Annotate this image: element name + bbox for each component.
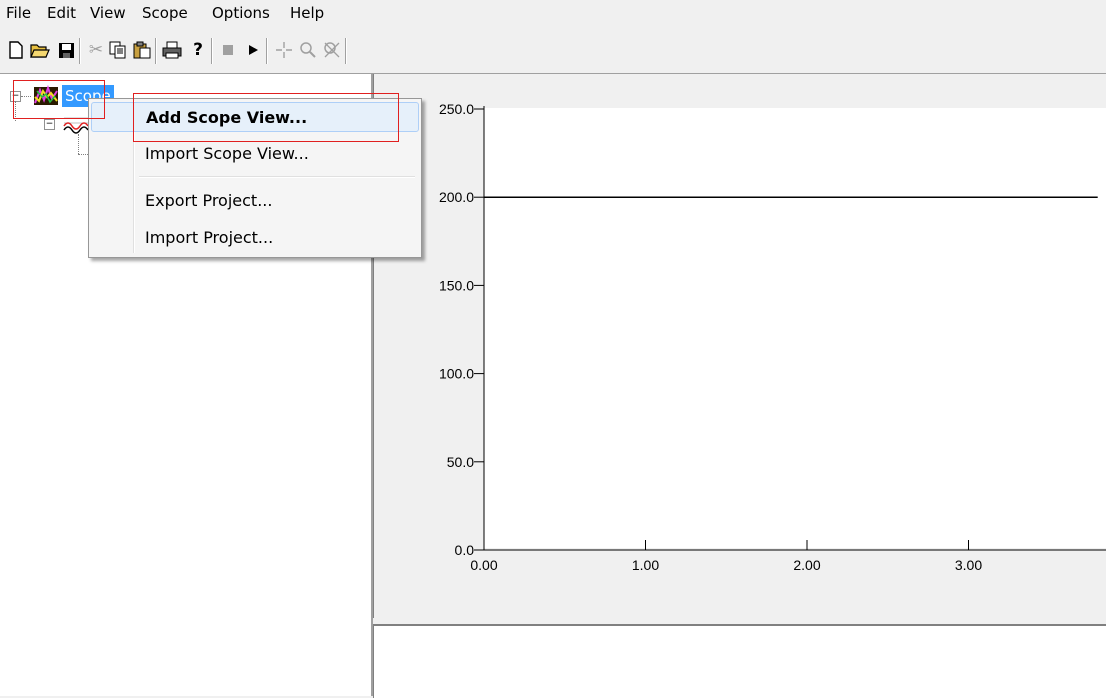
- help-icon[interactable]: ?: [188, 39, 208, 61]
- x-tick-label: 1.00: [632, 557, 659, 573]
- menu-edit[interactable]: Edit: [47, 4, 76, 22]
- plot-area: [484, 108, 1106, 548]
- import-scope-view-item[interactable]: Import Scope View...: [91, 139, 417, 167]
- horizontal-splitter[interactable]: [373, 618, 1106, 622]
- copy-icon[interactable]: [108, 39, 128, 61]
- menu-item-label: Import Scope View...: [145, 144, 309, 163]
- menu-item-label: Export Project...: [145, 191, 273, 210]
- crosshair-icon[interactable]: [274, 39, 294, 61]
- menu-view[interactable]: View: [90, 4, 126, 22]
- menu-file[interactable]: File: [6, 4, 31, 22]
- paste-icon[interactable]: [132, 39, 152, 61]
- menu-bar: File Edit View Scope Options Help: [0, 0, 1106, 30]
- zoom-reset-icon[interactable]: [322, 39, 342, 61]
- menu-item-label: Import Project...: [145, 228, 274, 247]
- toolbar: ✂ ?: [0, 33, 1106, 74]
- toolbar-separator: [266, 38, 268, 64]
- highlight-box-add-view: [133, 93, 399, 142]
- scope-chart[interactable]: 250.0 200.0 150.0 100.0 50.0 0.0 0.00 1.00 2.00…: [374, 74, 1106, 622]
- tree-line: [78, 154, 88, 156]
- menu-options[interactable]: Options: [212, 4, 270, 22]
- scope-plot-pane: 250.0 200.0 150.0 100.0 50.0 0.0 0.00 1.00 2.00…: [373, 74, 1106, 622]
- save-icon[interactable]: [56, 39, 76, 61]
- y-tick-label: 250.0: [439, 101, 474, 117]
- y-tick-label: 100.0: [439, 366, 474, 382]
- cut-icon[interactable]: ✂: [86, 39, 106, 61]
- stop-icon[interactable]: [218, 39, 238, 61]
- new-icon[interactable]: [6, 39, 26, 61]
- toolbar-separator: [211, 38, 213, 64]
- y-tick-label: 200.0: [439, 189, 474, 205]
- collapse-toggle[interactable]: −: [44, 119, 55, 130]
- y-tick-label: 50.0: [447, 454, 474, 470]
- toolbar-separator: [79, 38, 81, 64]
- toolbar-separator: [345, 38, 347, 64]
- tree-line: [78, 134, 80, 154]
- import-project-item[interactable]: Import Project...: [91, 223, 417, 251]
- y-tick-label: 0.0: [455, 542, 475, 558]
- x-tick-label: 2.00: [793, 557, 820, 573]
- print-icon[interactable]: [162, 39, 182, 61]
- open-icon[interactable]: [30, 39, 50, 61]
- x-tick-label: 0.00: [470, 557, 497, 573]
- export-project-item[interactable]: Export Project...: [91, 186, 417, 214]
- menu-help[interactable]: Help: [290, 4, 324, 22]
- x-tick-label: 3.00: [955, 557, 982, 573]
- play-icon[interactable]: [243, 39, 263, 61]
- zoom-icon[interactable]: [298, 39, 318, 61]
- menu-separator: [139, 176, 415, 178]
- toolbar-separator: [155, 38, 157, 64]
- lower-pane: [373, 624, 1106, 698]
- y-tick-label: 150.0: [439, 277, 474, 293]
- highlight-box-scope: [13, 80, 105, 119]
- menu-scope[interactable]: Scope: [142, 4, 188, 22]
